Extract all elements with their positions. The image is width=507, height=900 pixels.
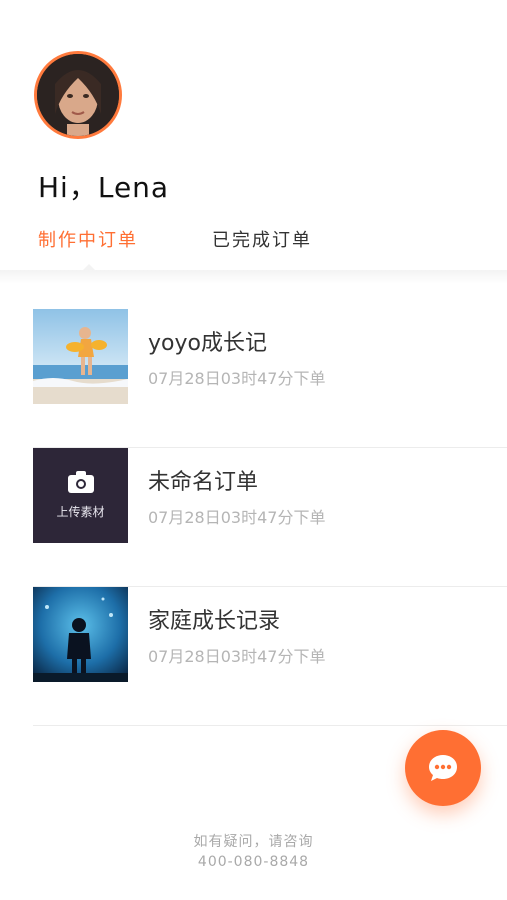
order-time: 07月28日03时47分下单: [148, 369, 326, 388]
greeting-title: Hi，Lena: [38, 171, 170, 204]
tabs-divider: [0, 270, 507, 284]
order-item[interactable]: yoyo成长记 07月28日03时47分下单: [33, 309, 507, 448]
user-avatar[interactable]: [34, 51, 122, 139]
order-thumbnail-beach: [33, 309, 128, 404]
order-item[interactable]: 家庭成长记录 07月28日03时47分下单: [33, 587, 507, 726]
order-title: 未命名订单: [148, 470, 259, 495]
order-time: 07月28日03时47分下单: [148, 508, 326, 527]
upload-material-button[interactable]: 上传素材: [33, 448, 128, 543]
customer-service-chat-button[interactable]: [405, 730, 481, 806]
order-thumbnail-aquarium: [33, 587, 128, 682]
order-time: 07月28日03时47分下单: [148, 647, 326, 666]
chat-bubble-icon: [429, 755, 457, 781]
help-text: 如有疑问，请咨询: [193, 834, 314, 850]
order-title: 家庭成长记录: [148, 609, 281, 634]
upload-material-label: 上传素材: [56, 505, 105, 519]
order-title: yoyo成长记: [148, 331, 267, 356]
hotline-phone[interactable]: 400-080-8848: [0, 854, 507, 870]
tab-completed-orders[interactable]: 已完成订单: [212, 226, 312, 252]
order-item[interactable]: 上传素材 未命名订单 07月28日03时47分下单: [33, 448, 507, 587]
order-tabs: 制作中订单 已完成订单: [0, 222, 507, 271]
camera-icon: [67, 471, 94, 493]
tab-in-progress-orders[interactable]: 制作中订单: [38, 226, 138, 252]
